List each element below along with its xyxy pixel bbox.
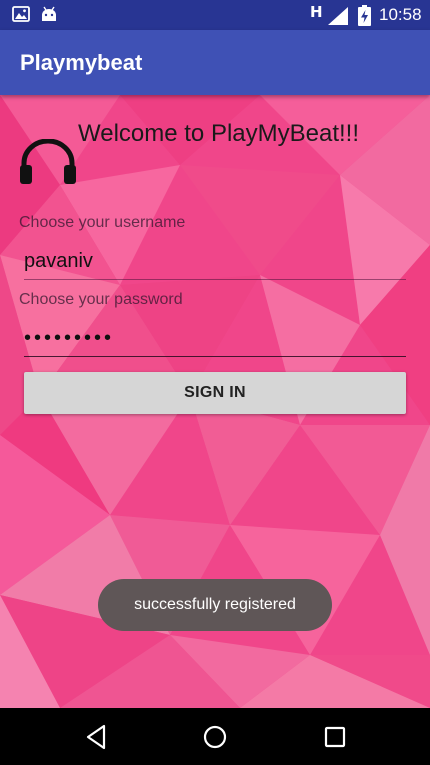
password-input[interactable] xyxy=(24,320,406,357)
password-label: Choose your password xyxy=(19,291,183,308)
status-time: 10:58 xyxy=(379,5,422,24)
signal-icon xyxy=(328,7,348,25)
username-label: Choose your username xyxy=(19,214,186,231)
app-title: Playmybeat xyxy=(20,50,143,75)
app-bar: Playmybeat xyxy=(0,30,430,95)
navigation-bar xyxy=(0,708,430,765)
gallery-icon xyxy=(12,6,30,22)
home-icon[interactable] xyxy=(200,722,230,752)
login-content: Welcome to PlayMyBeat!!! Choose your use… xyxy=(0,95,430,708)
android-icon xyxy=(42,6,56,21)
username-input[interactable] xyxy=(24,243,406,280)
screen: H 10:58 Playmybeat Welcome to PlayMyBeat… xyxy=(0,0,430,765)
battery-charging-icon xyxy=(358,5,371,26)
network-type-indicator: H xyxy=(310,3,323,21)
toast-message: successfully registered xyxy=(98,579,332,631)
welcome-heading: Welcome to PlayMyBeat!!! xyxy=(78,120,359,147)
recents-icon[interactable] xyxy=(320,722,350,752)
headphones-icon xyxy=(20,139,76,184)
status-bar: H 10:58 xyxy=(0,0,430,30)
back-icon[interactable] xyxy=(82,722,112,752)
sign-in-button[interactable]: SIGN IN xyxy=(24,372,406,414)
